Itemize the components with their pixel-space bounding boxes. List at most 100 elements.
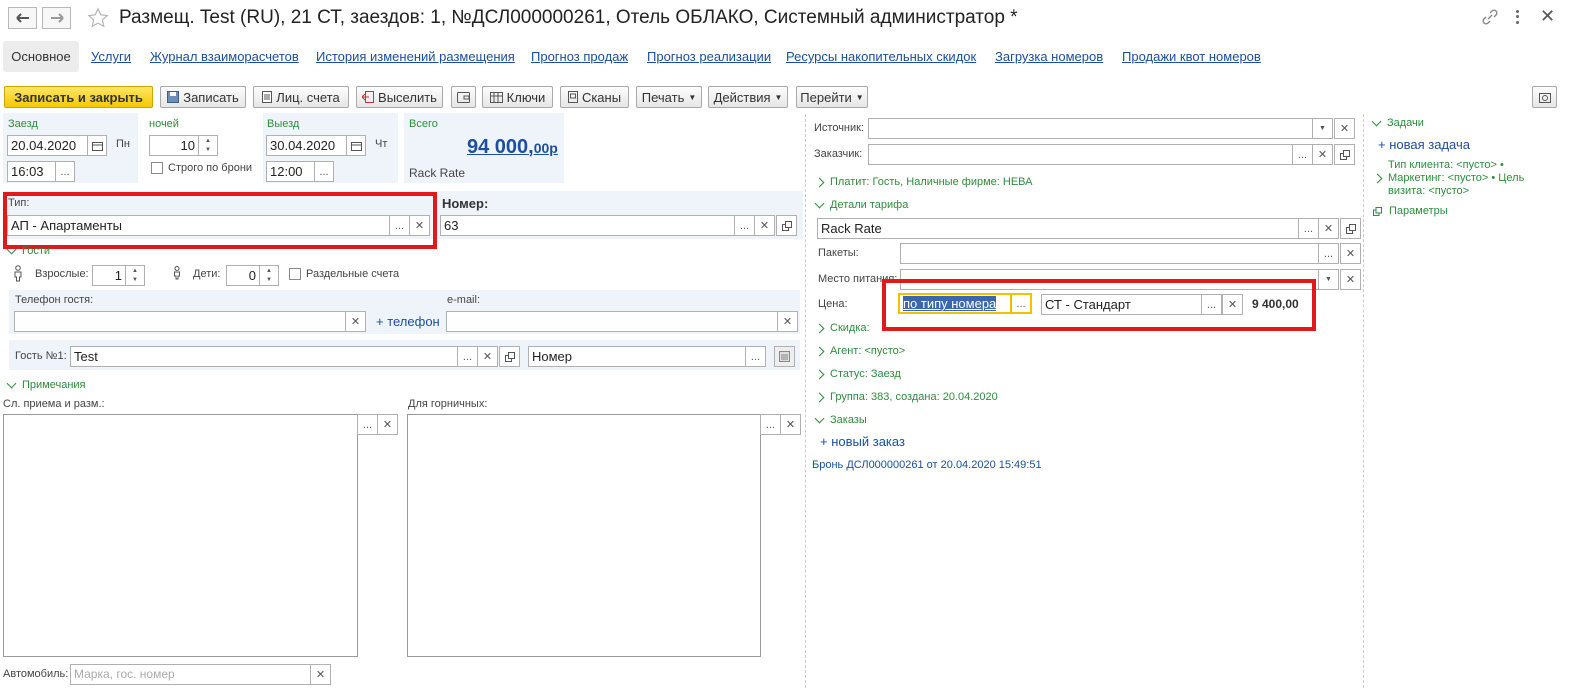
discount-section-toggle[interactable]: Скидка:: [814, 322, 870, 334]
parameters-link[interactable]: Параметры: [1373, 205, 1448, 217]
new-task-link[interactable]: + новая задача: [1378, 137, 1470, 152]
reception-notes-textarea[interactable]: [3, 414, 358, 657]
guest-room-field[interactable]: Номер: [528, 346, 746, 367]
calendar-button[interactable]: [87, 135, 107, 156]
tariff-select-button[interactable]: ...: [1298, 218, 1319, 239]
phone-clear-button[interactable]: ✕: [345, 311, 366, 332]
print-dropdown[interactable]: Печать ▼: [636, 86, 702, 108]
tariff-field[interactable]: Rack Rate: [817, 218, 1299, 239]
source-clear-button[interactable]: ✕: [1334, 118, 1355, 139]
separate-accounts-checkbox[interactable]: [289, 268, 301, 280]
tab-room-load[interactable]: Загрузка номеров: [995, 49, 1103, 64]
group-section-toggle[interactable]: Группа: 383, создана: 20.04.2020: [814, 391, 998, 403]
reception-notes-clear-button[interactable]: ✕: [377, 414, 398, 435]
actions-dropdown[interactable]: Действия ▼: [708, 86, 788, 108]
room-number-clear-button[interactable]: ✕: [754, 215, 775, 236]
customer-select-button[interactable]: ...: [1292, 144, 1313, 165]
dropdown-arrow-icon: ▼: [774, 92, 783, 102]
wallet-button[interactable]: [451, 86, 476, 108]
settings-button[interactable]: [1532, 86, 1557, 108]
maids-notes-clear-button[interactable]: ✕: [780, 414, 801, 435]
payer-section-toggle[interactable]: Платит: Гость, Наличные фирме: НЕВА: [814, 176, 1032, 188]
nights-stepper[interactable]: ▲ ▼: [198, 135, 218, 156]
close-icon[interactable]: ✕: [1540, 6, 1555, 27]
tasks-section-toggle[interactable]: Задачи: [1371, 116, 1424, 129]
status-section-toggle[interactable]: Статус: Заезд: [814, 368, 901, 380]
checkout-time-field[interactable]: 12:00: [266, 161, 315, 182]
checkin-date-field[interactable]: 20.04.2020: [7, 135, 88, 156]
source-dropdown-button[interactable]: ▼: [1312, 118, 1333, 139]
checkout-button[interactable]: Выселить: [356, 86, 443, 108]
strict-booking-checkbox[interactable]: [151, 162, 163, 174]
booking-link[interactable]: Бронь ДСЛ000000261 от 20.04.2020 15:49:5…: [812, 459, 1042, 471]
guest-field[interactable]: Test: [70, 346, 458, 367]
tab-sales-forecast[interactable]: Прогноз продаж: [531, 49, 628, 64]
more-menu-icon[interactable]: [1514, 9, 1520, 25]
reception-notes-select-button[interactable]: ...: [357, 414, 378, 435]
room-number-field[interactable]: 63: [440, 215, 735, 236]
keys-button[interactable]: Ключи: [482, 86, 553, 108]
checkin-time-select-button[interactable]: ...: [55, 161, 75, 182]
email-field[interactable]: [446, 311, 778, 332]
chevron-down-icon: [814, 198, 825, 208]
room-number-open-button[interactable]: [776, 215, 797, 236]
nights-field[interactable]: 10: [149, 135, 199, 156]
checkout-time-select-button[interactable]: ...: [314, 161, 334, 182]
packages-select-button[interactable]: ...: [1318, 243, 1339, 264]
accounts-button[interactable]: Лиц. счета: [253, 86, 349, 108]
meal-place-dropdown-button[interactable]: ▼: [1318, 269, 1339, 290]
guest-card-button[interactable]: [774, 346, 795, 367]
tab-settlements[interactable]: Журнал взаиморасчетов: [150, 49, 299, 64]
tab-quota-sales[interactable]: Продажи квот номеров: [1122, 49, 1261, 64]
guest-select-button[interactable]: ...: [457, 346, 478, 367]
tab-services[interactable]: Услуги: [91, 49, 131, 64]
phone-field[interactable]: [14, 311, 346, 332]
save-and-close-button[interactable]: Записать и закрыть: [4, 86, 153, 108]
tab-realization-forecast[interactable]: Прогноз реализации: [647, 49, 771, 64]
children-stepper[interactable]: ▲ ▼: [259, 265, 279, 286]
agent-section-toggle[interactable]: Агент: <пусто>: [814, 345, 905, 357]
forward-button[interactable]: [42, 7, 71, 29]
packages-field[interactable]: [900, 243, 1319, 264]
orders-section-toggle[interactable]: Заказы: [814, 413, 867, 426]
tab-main[interactable]: Основное: [3, 41, 79, 72]
checkin-time-field[interactable]: 16:03: [7, 161, 56, 182]
tab-history[interactable]: История изменений размещения: [316, 49, 515, 64]
guests-section-toggle[interactable]: Гости: [6, 244, 50, 257]
email-clear-button[interactable]: ✕: [777, 311, 798, 332]
car-clear-button[interactable]: ✕: [310, 664, 331, 685]
adults-field[interactable]: 1: [92, 265, 126, 286]
notes-section-toggle[interactable]: Примечания: [6, 378, 86, 391]
adults-stepper[interactable]: ▲ ▼: [125, 265, 145, 286]
room-number-select-button[interactable]: ...: [734, 215, 755, 236]
customer-field[interactable]: [868, 144, 1293, 165]
calendar-button[interactable]: [346, 135, 366, 156]
tariff-section-toggle[interactable]: Детали тарифа: [814, 198, 908, 211]
link-icon[interactable]: [1482, 9, 1498, 25]
tab-discount-resources[interactable]: Ресурсы накопительных скидок: [786, 49, 976, 64]
guest-clear-button[interactable]: ✕: [477, 346, 498, 367]
car-field[interactable]: Марка, гос. номер: [70, 664, 311, 685]
favorite-star-icon[interactable]: [87, 7, 109, 29]
customer-open-button[interactable]: [1334, 144, 1355, 165]
guest-room-select-button[interactable]: ...: [745, 346, 766, 367]
total-amount[interactable]: 94 000,00р: [467, 136, 558, 159]
scans-button[interactable]: Сканы: [560, 86, 629, 108]
guest-open-button[interactable]: [499, 346, 520, 367]
tariff-open-button[interactable]: [1340, 218, 1361, 239]
customer-clear-button[interactable]: ✕: [1312, 144, 1333, 165]
meal-place-clear-button[interactable]: ✕: [1340, 269, 1361, 290]
checkout-date-field[interactable]: 30.04.2020: [266, 135, 347, 156]
save-button[interactable]: Записать: [160, 86, 246, 108]
goto-dropdown[interactable]: Перейти ▼: [796, 86, 868, 108]
add-phone-link[interactable]: + телефон: [376, 314, 440, 329]
new-order-link[interactable]: + новый заказ: [820, 434, 905, 449]
packages-clear-button[interactable]: ✕: [1340, 243, 1361, 264]
children-field[interactable]: 0: [226, 265, 260, 286]
maids-notes-textarea[interactable]: [407, 414, 761, 657]
maids-notes-select-button[interactable]: ...: [760, 414, 781, 435]
marketing-toggle[interactable]: Маркетинг: <пусто> • Цель визита: <пусто…: [1372, 172, 1554, 198]
source-field[interactable]: [868, 118, 1313, 139]
tariff-clear-button[interactable]: ✕: [1318, 218, 1339, 239]
back-button[interactable]: [8, 7, 37, 29]
